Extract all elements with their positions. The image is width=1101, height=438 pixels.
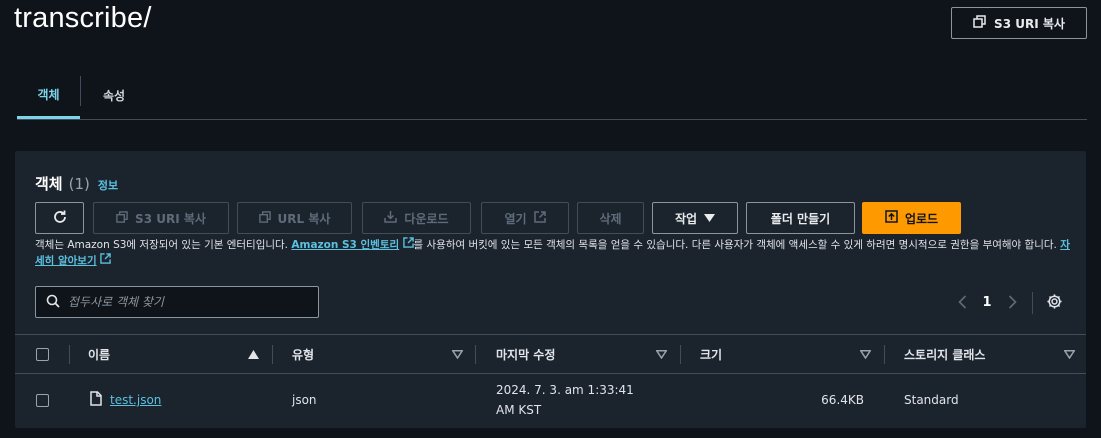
type-cell: json bbox=[292, 393, 317, 407]
search-icon bbox=[46, 293, 60, 312]
copy-s3-uri-header-button[interactable]: S3 URI 복사 bbox=[951, 7, 1087, 39]
last-modified-timezone: AM KST bbox=[496, 403, 542, 417]
storage-class-cell: Standard bbox=[904, 393, 959, 407]
info-link[interactable]: 정보 bbox=[98, 177, 118, 193]
column-header-size[interactable]: 크기 bbox=[700, 335, 722, 373]
description-text-2: 를 사용하여 버킷에 있는 모든 객체의 목록을 얻을 수 있습니다. 다른 사… bbox=[413, 239, 1061, 251]
open-label: 열기 bbox=[504, 211, 527, 226]
download-label: 다운로드 bbox=[404, 211, 449, 226]
refresh-icon bbox=[52, 209, 68, 228]
name-cell: test.json bbox=[90, 391, 161, 409]
column-divider bbox=[272, 345, 273, 364]
column-divider bbox=[680, 345, 681, 364]
caret-down-icon bbox=[704, 211, 716, 225]
pagination: 1 bbox=[951, 286, 1023, 318]
objects-panel: 객체 (1) 정보 S3 URI 복사 URL 복사 다운로드 열기 삭제 작업… bbox=[15, 151, 1086, 428]
column-divider bbox=[69, 345, 70, 364]
last-modified-date: 2024. 7. 3. am 1:33:41 bbox=[496, 383, 634, 397]
upload-label: 업로드 bbox=[904, 211, 939, 226]
pagination-divider bbox=[1032, 292, 1033, 314]
row-checkbox[interactable] bbox=[36, 394, 49, 407]
column-header-name[interactable]: 이름 bbox=[88, 335, 110, 373]
current-page[interactable]: 1 bbox=[973, 295, 1001, 310]
object-name-link[interactable]: test.json bbox=[110, 393, 161, 407]
column-header-storage-class[interactable]: 스토리지 클래스 bbox=[904, 335, 985, 373]
copy-icon bbox=[258, 210, 271, 226]
column-divider bbox=[475, 345, 476, 364]
actions-dropdown-button[interactable]: 작업 bbox=[652, 202, 738, 234]
tab-bar: 객체 속성 bbox=[17, 72, 1087, 120]
download-button[interactable]: 다운로드 bbox=[362, 202, 471, 234]
object-count: (1) bbox=[68, 175, 90, 193]
copy-icon bbox=[116, 210, 128, 226]
sort-triangle-icon[interactable] bbox=[859, 348, 871, 360]
size-cell: 66.4KB bbox=[821, 393, 864, 407]
objects-description: 객체는 Amazon S3에 저장되어 있는 기본 엔터티입니다. Amazon… bbox=[35, 237, 1075, 269]
objects-toolbar: S3 URI 복사 URL 복사 다운로드 열기 삭제 작업 폴더 만들기 업로… bbox=[15, 202, 1086, 234]
copy-url-label: URL 복사 bbox=[277, 211, 331, 226]
sort-ascending-icon[interactable] bbox=[247, 348, 259, 360]
column-divider bbox=[884, 345, 885, 364]
copy-s3-uri-label: S3 URI 복사 bbox=[135, 211, 206, 226]
previous-page-button[interactable] bbox=[951, 286, 973, 318]
upload-button[interactable]: 업로드 bbox=[862, 202, 961, 234]
delete-button[interactable]: 삭제 bbox=[577, 202, 644, 234]
panel-header: 객체 (1) 정보 bbox=[35, 173, 118, 194]
external-link-icon bbox=[100, 253, 111, 267]
external-link-icon bbox=[402, 237, 414, 251]
settings-button[interactable] bbox=[1042, 291, 1066, 315]
gear-icon bbox=[1046, 293, 1063, 314]
objects-table: 이름 유형 마지막 수정 크기 스토리지 클래스 test.json json … bbox=[15, 334, 1086, 426]
column-header-type[interactable]: 유형 bbox=[292, 335, 314, 373]
tab-objects[interactable]: 객체 bbox=[17, 72, 80, 119]
actions-label: 작업 bbox=[674, 211, 698, 226]
copy-s3-uri-button[interactable]: S3 URI 복사 bbox=[93, 202, 229, 234]
table-row: test.json json 2024. 7. 3. am 1:33:41 AM… bbox=[15, 374, 1086, 426]
sort-triangle-icon[interactable] bbox=[451, 348, 463, 360]
sort-triangle-icon[interactable] bbox=[655, 348, 667, 360]
copy-url-button[interactable]: URL 복사 bbox=[237, 202, 352, 234]
search-input[interactable] bbox=[68, 295, 308, 309]
inventory-link[interactable]: Amazon S3 인벤토리 bbox=[291, 239, 399, 251]
upload-icon bbox=[885, 210, 898, 226]
next-page-button[interactable] bbox=[1001, 286, 1023, 318]
sort-triangle-icon[interactable] bbox=[1063, 348, 1075, 360]
delete-label: 삭제 bbox=[599, 211, 622, 226]
search-field[interactable] bbox=[35, 286, 319, 318]
create-folder-button[interactable]: 폴더 만들기 bbox=[746, 202, 855, 234]
file-icon bbox=[90, 391, 102, 409]
table-header: 이름 유형 마지막 수정 크기 스토리지 클래스 bbox=[15, 334, 1086, 374]
column-header-last-modified[interactable]: 마지막 수정 bbox=[496, 335, 555, 373]
copy-icon bbox=[973, 15, 986, 31]
open-button[interactable]: 열기 bbox=[481, 202, 569, 234]
copy-s3-uri-header-label: S3 URI 복사 bbox=[994, 16, 1065, 31]
description-text-1: 객체는 Amazon S3에 저장되어 있는 기본 엔터티입니다. bbox=[35, 239, 292, 251]
external-link-icon bbox=[533, 210, 546, 226]
panel-title: 객체 bbox=[35, 175, 63, 193]
last-modified-cell: 2024. 7. 3. am 1:33:41 AM KST bbox=[496, 380, 634, 420]
page-title: transcribe/ bbox=[14, 2, 152, 34]
select-all-checkbox[interactable] bbox=[36, 348, 49, 361]
create-folder-label: 폴더 만들기 bbox=[770, 211, 831, 226]
download-icon bbox=[384, 210, 398, 226]
refresh-button[interactable] bbox=[35, 202, 84, 234]
tab-properties[interactable]: 속성 bbox=[81, 72, 147, 119]
